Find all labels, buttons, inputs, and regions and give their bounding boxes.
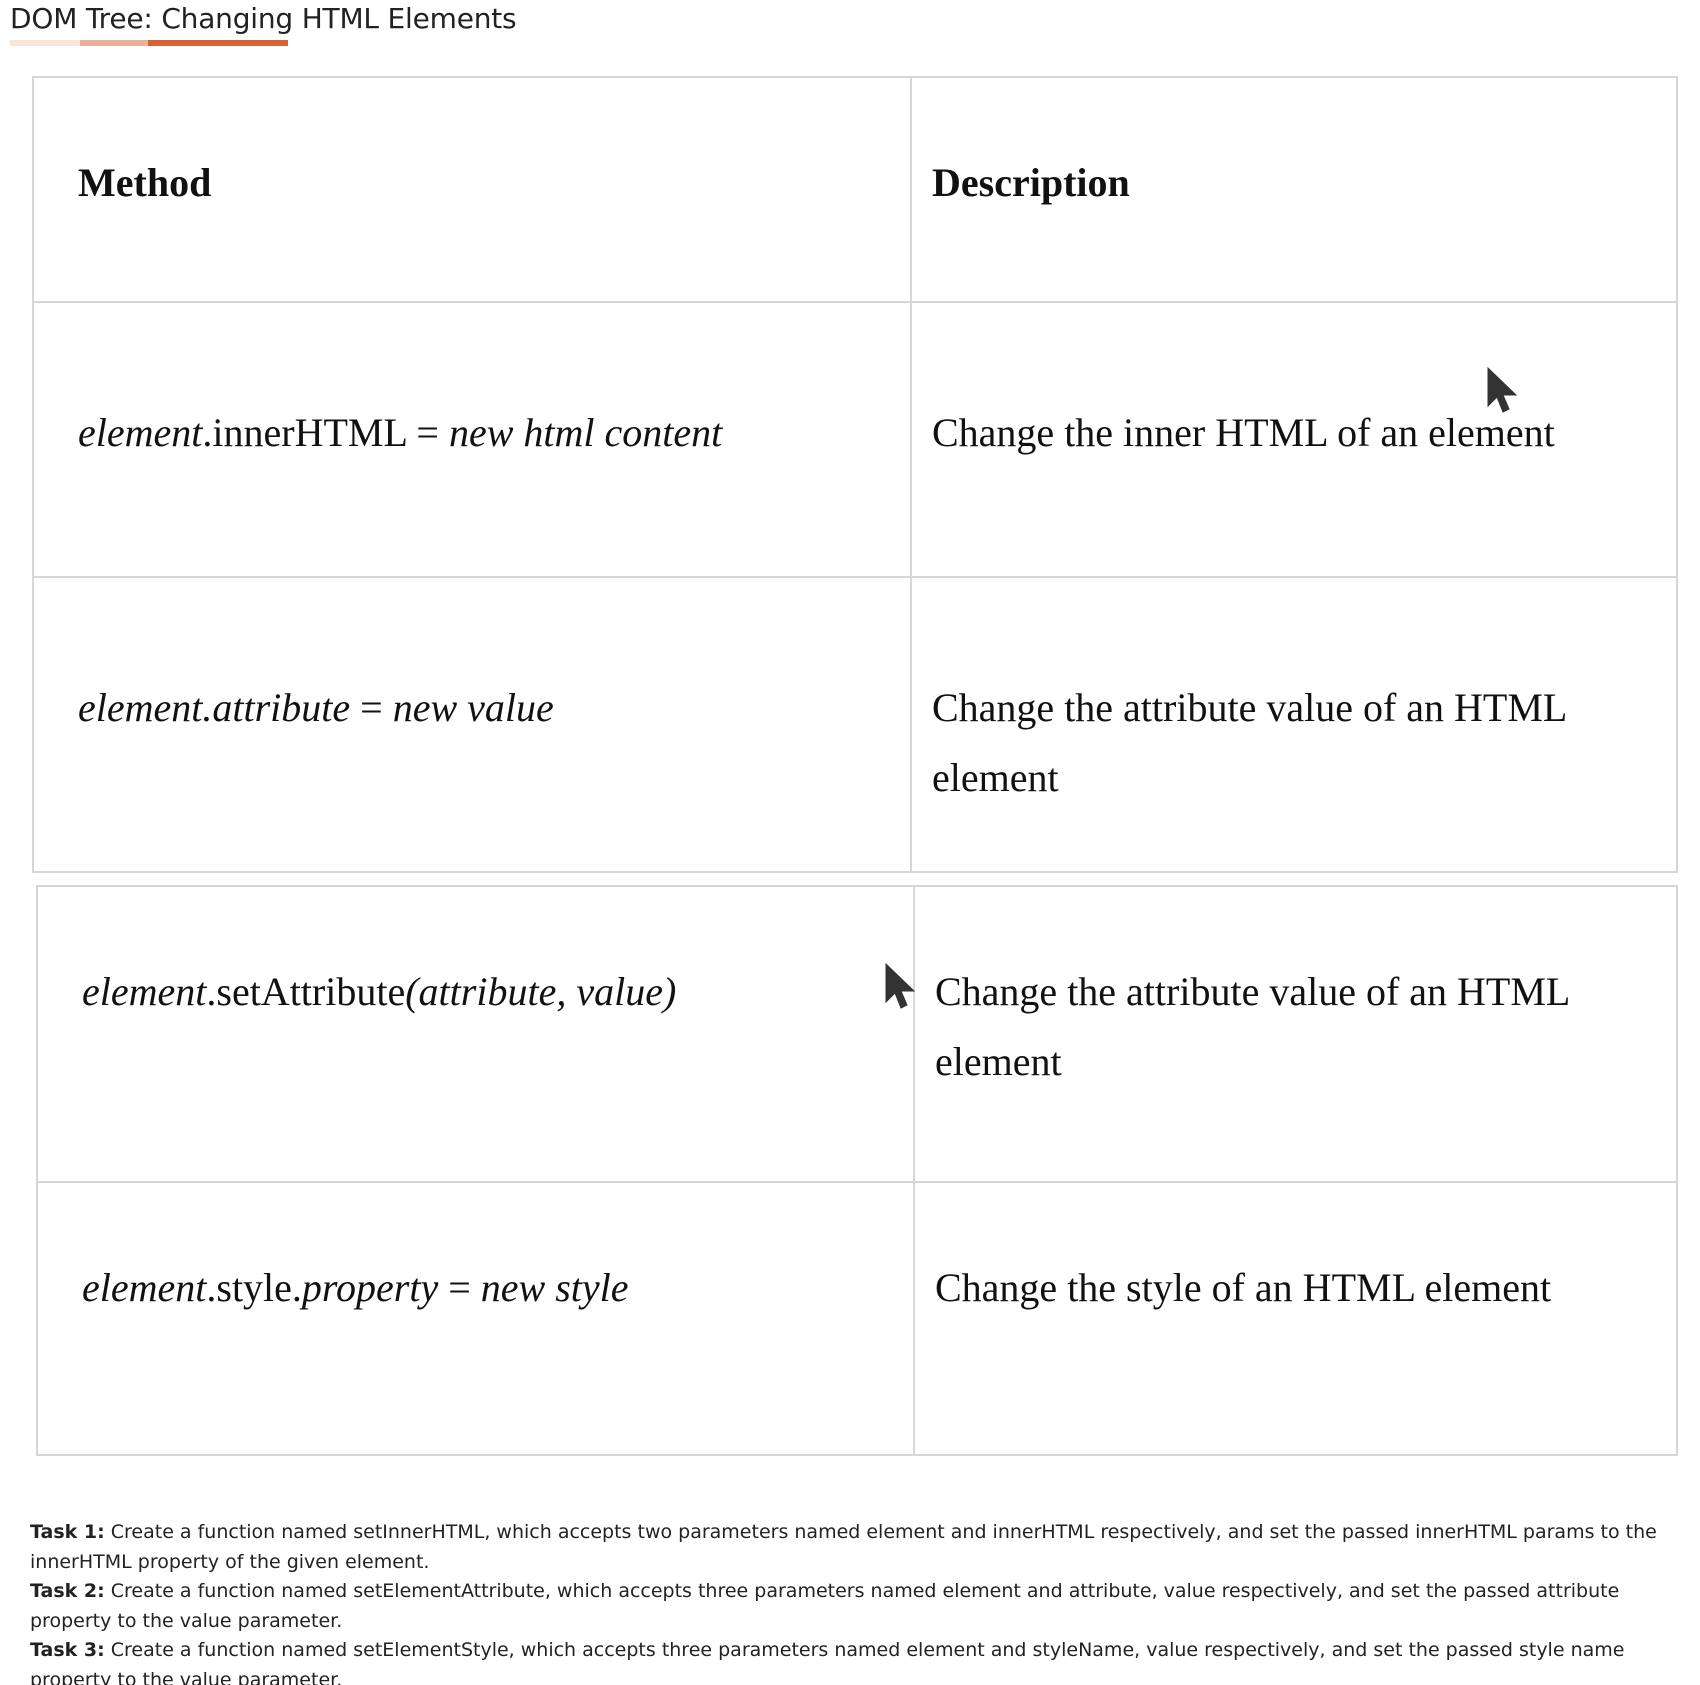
method-value: new style (480, 1265, 629, 1310)
task-item: Task 2: Create a function named setEleme… (30, 1577, 1670, 1636)
column-header-description: Description (932, 160, 1130, 205)
title-underline-mid (80, 40, 148, 46)
method-object: element (82, 969, 207, 1014)
description-cell: Change the attribute value of an HTML el… (935, 969, 1569, 1084)
title-underline-light (10, 40, 80, 46)
method-object: element (82, 1265, 207, 1310)
table-row: element.style.property = new style Chang… (38, 1181, 1676, 1456)
table-row: element.attribute = new value Change the… (34, 576, 1676, 873)
method-property: property (301, 1265, 439, 1310)
method-value: new value (392, 685, 554, 730)
task-item: Task 3: Create a function named setEleme… (30, 1636, 1670, 1685)
task-label: Task 2: (30, 1580, 105, 1602)
table-row: element.setAttribute(attribute, value) C… (38, 887, 1676, 1181)
task-label: Task 1: (30, 1521, 105, 1543)
method-value: new html content (448, 410, 723, 455)
table-header-row: Method Description (34, 78, 1676, 301)
method-arguments: (attribute, value) (405, 969, 677, 1014)
method-cell: element.attribute = new value (78, 673, 554, 743)
task-item: Task 1: Create a function named setInner… (30, 1518, 1670, 1577)
method-operator: = (438, 1265, 481, 1310)
description-cell: Change the inner HTML of an element (932, 410, 1555, 455)
page-title: DOM Tree: Changing HTML Elements (10, 2, 517, 35)
methods-table-top: Method Description element.innerHTML = n… (32, 76, 1678, 873)
methods-table-bottom: element.setAttribute(attribute, value) C… (36, 885, 1678, 1456)
method-cell: element.innerHTML = new html content (78, 398, 722, 468)
task-label: Task 3: (30, 1639, 105, 1661)
method-style: .style. (206, 1265, 302, 1310)
task-text: Create a function named setElementStyle,… (30, 1639, 1625, 1685)
method-operator: = (350, 685, 393, 730)
method-name: .setAttribute (206, 969, 406, 1014)
task-list: Task 1: Create a function named setInner… (30, 1518, 1670, 1685)
description-cell: Change the attribute value of an HTML el… (932, 685, 1566, 800)
task-text: Create a function named setInnerHTML, wh… (30, 1521, 1657, 1573)
task-text: Create a function named setElementAttrib… (30, 1580, 1620, 1632)
page: DOM Tree: Changing HTML Elements Method … (0, 0, 1700, 1685)
description-cell: Change the style of an HTML element (935, 1265, 1552, 1310)
method-object: element.attribute (78, 685, 351, 730)
title-underline-accent (148, 40, 288, 46)
method-property: .innerHTML = (202, 410, 449, 455)
table-row: element.innerHTML = new html content Cha… (34, 301, 1676, 576)
method-cell: element.setAttribute(attribute, value) (82, 957, 676, 1027)
method-cell: element.style.property = new style (82, 1253, 629, 1323)
column-header-method: Method (78, 160, 212, 205)
method-object: element (78, 410, 203, 455)
